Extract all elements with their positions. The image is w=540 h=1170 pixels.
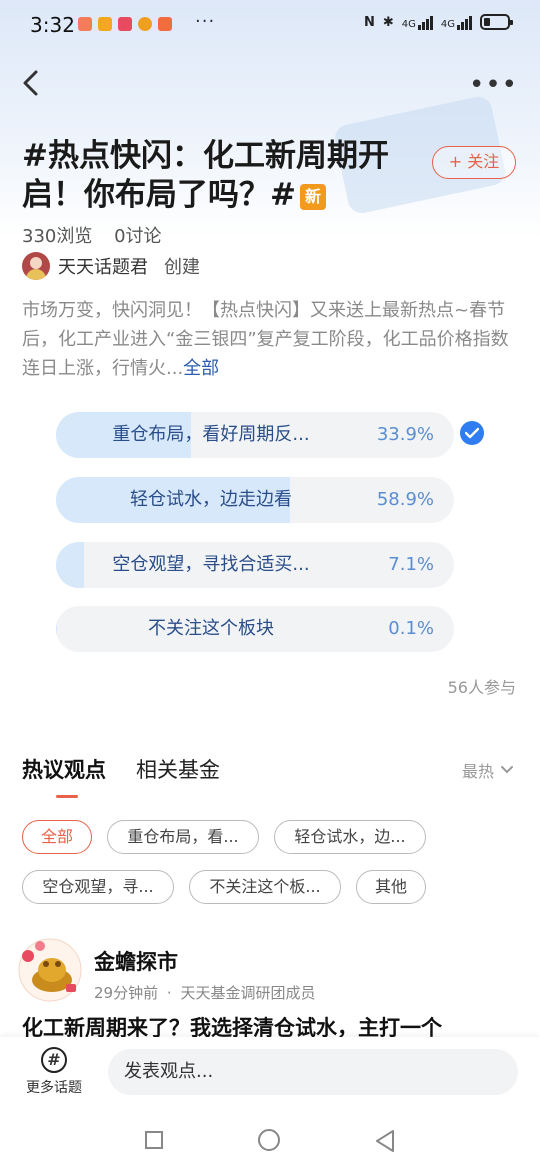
tab-related-funds[interactable]: 相关基金 (136, 754, 220, 784)
system-navigation-bar (0, 1110, 540, 1170)
home-button[interactable] (258, 1129, 280, 1151)
battery-icon (480, 14, 513, 30)
poll-option-label: 空仓观望，寻找合适买... (112, 554, 310, 575)
filter-chip[interactable]: 轻仓试水，边... (274, 820, 426, 854)
content-tabs: 热议观点 相关基金 (22, 754, 220, 798)
post-meta: 29分钟前 · 天天基金调研团成员 (94, 982, 315, 1003)
creator-name[interactable]: 天天话题君 (58, 253, 148, 279)
poll-option-percent: 33.9% (376, 424, 434, 445)
creator-row[interactable]: 天天话题君 创建 (22, 252, 200, 280)
poll-option-label: 轻仓试水，边走边看 (130, 489, 292, 510)
filter-chip[interactable]: 其他 (356, 870, 426, 904)
hashtag-icon: # (41, 1047, 67, 1073)
new-badge: 新 (299, 184, 326, 210)
post-author-group: 天天基金调研团成员 (180, 984, 316, 1002)
post-title[interactable]: 化工新周期来了？我选择清仓试水，主打一个 (22, 1012, 522, 1040)
more-options-button[interactable]: ••• (469, 70, 518, 100)
golden-toad-avatar-icon (18, 938, 82, 1002)
more-topics-label: 更多话题 (26, 1080, 82, 1096)
poll-option[interactable]: 轻仓试水，边走边看 58.9% (56, 477, 454, 523)
post-time: 29分钟前 (94, 984, 159, 1002)
creator-avatar[interactable] (22, 252, 50, 280)
discussions-count: 0讨论 (114, 226, 162, 247)
chevron-left-icon (23, 70, 38, 96)
app-notification-icon (98, 17, 112, 31)
system-back-button[interactable] (374, 1129, 396, 1153)
poll-option[interactable]: 不关注这个板块 0.1% (56, 606, 454, 652)
signal-bars-icon (457, 14, 472, 30)
tab-hot-opinions[interactable]: 热议观点 (22, 754, 106, 798)
app-notification-icon (158, 17, 172, 31)
app-notification-icon (118, 17, 132, 31)
topic-description: 市场万变，快闪洞见！【热点快闪】又来送上最新热点~春节后，化工产业进入“金三银四… (22, 296, 518, 383)
weibo-icon (138, 17, 152, 31)
network-type-label: 4G (401, 19, 416, 30)
back-button[interactable] (18, 66, 48, 100)
signal-1: 4G (402, 14, 433, 30)
meta-separator: · (166, 984, 172, 1002)
sort-label: 最热 (461, 762, 494, 781)
topic-title-text: #热点快闪：化工新周期开启！你布局了吗？# (22, 138, 389, 213)
views-count: 330浏览 (22, 226, 93, 247)
network-type-label: 4G (440, 19, 455, 30)
poll-option[interactable]: 重仓布局，看好周期反... 33.9% (56, 412, 454, 458)
bottom-action-bar: # 更多话题 发表观点... (0, 1037, 540, 1110)
chevron-down-icon (501, 766, 513, 774)
poll-option-label: 不关注这个板块 (148, 618, 274, 639)
nfc-icon: N (363, 14, 375, 30)
recent-apps-button[interactable] (145, 1131, 163, 1149)
follow-button[interactable]: + 关注 (432, 146, 516, 179)
comment-input[interactable]: 发表观点... (108, 1049, 518, 1095)
more-notifications-icon: ··· (195, 11, 216, 32)
more-topics-button[interactable]: # 更多话题 (18, 1047, 90, 1097)
app-notification-icon (78, 17, 92, 31)
poll-option-percent: 0.1% (388, 618, 434, 639)
post-author-avatar[interactable] (18, 938, 82, 1002)
status-bar: 3:32 ··· N ✱ 4G 4G (0, 0, 540, 50)
sort-dropdown[interactable]: 最热 (462, 758, 514, 782)
status-time: 3:32 (30, 13, 75, 37)
participants-count: 56人参与 (447, 678, 516, 697)
bluetooth-icon: ✱ (382, 14, 394, 30)
poll-option-percent: 58.9% (376, 489, 434, 510)
description-text: 市场万变，快闪洞见！【热点快闪】又来送上最新热点~春节后，化工产业进入“金三银四… (22, 300, 509, 379)
poll-option-percent: 7.1% (388, 554, 434, 575)
signal-2: 4G (441, 14, 472, 30)
poll-option[interactable]: 空仓观望，寻找合适买... 7.1% (56, 542, 454, 588)
post-author-name[interactable]: 金蟾探市 (94, 946, 178, 976)
poll-option-label: 重仓布局，看好周期反... (112, 424, 310, 445)
notification-icons (78, 17, 172, 31)
system-icons: N ✱ 4G 4G (363, 14, 513, 30)
selected-check-icon (460, 421, 484, 445)
filter-chip[interactable]: 不关注这个板... (189, 870, 341, 904)
expand-description-link[interactable]: 全部 (183, 358, 219, 379)
creator-role: 创建 (164, 257, 200, 278)
filter-chip[interactable]: 空仓观望，寻... (22, 870, 174, 904)
signal-bars-icon (417, 14, 433, 30)
filter-chip[interactable]: 重仓布局，看... (107, 820, 259, 854)
topic-stats: 330浏览 0讨论 (22, 222, 178, 248)
topic-title: #热点快闪：化工新周期开启！你布局了吗？# 新 (22, 137, 402, 215)
filter-chip-all[interactable]: 全部 (22, 820, 92, 854)
